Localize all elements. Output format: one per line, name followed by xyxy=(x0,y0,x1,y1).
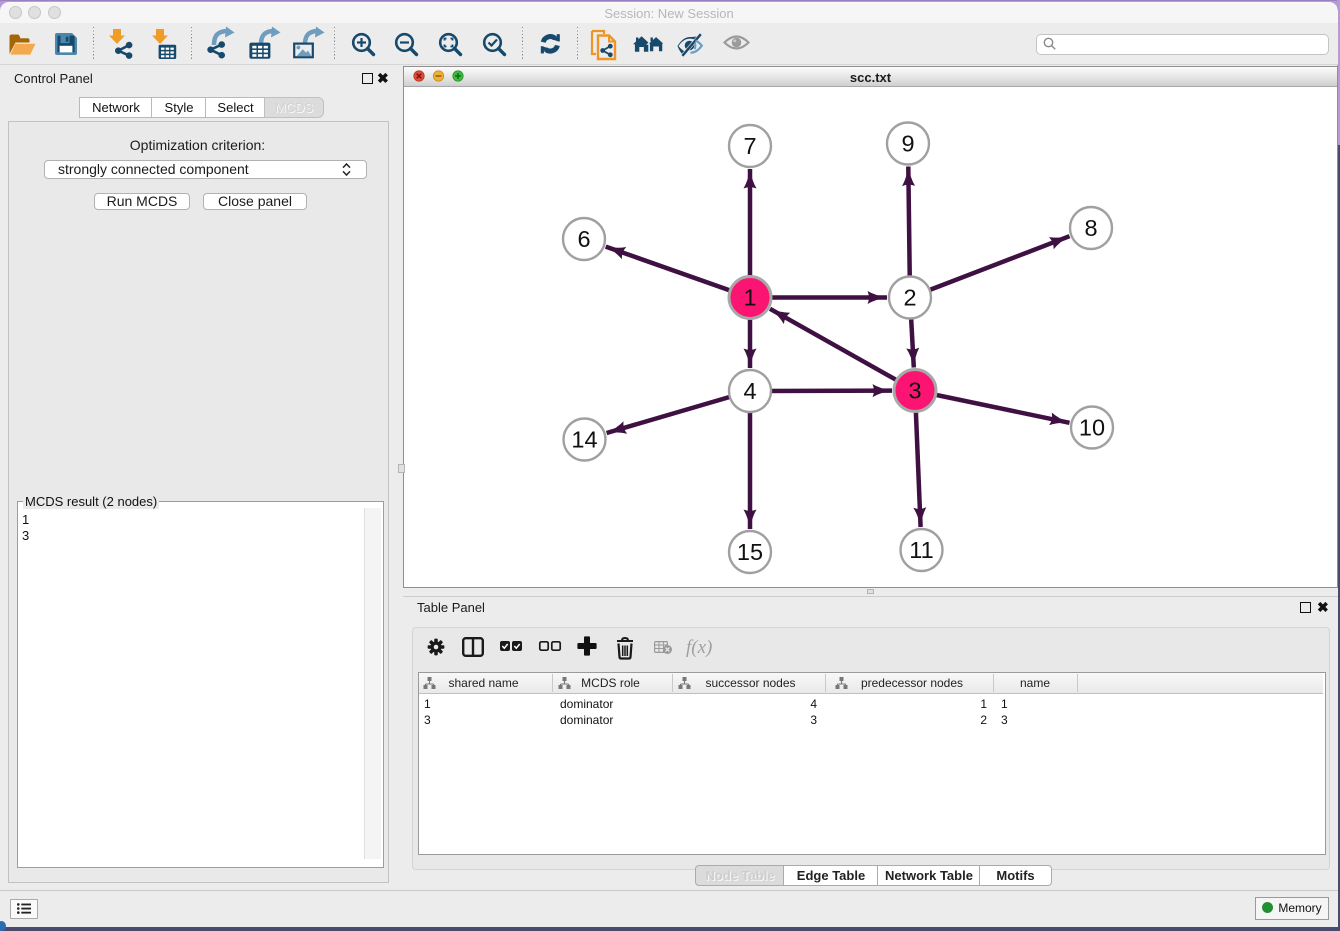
svg-text:6: 6 xyxy=(577,226,590,252)
svg-text:f(x): f(x) xyxy=(686,637,712,658)
svg-text:9: 9 xyxy=(901,131,914,157)
svg-text:8: 8 xyxy=(1084,215,1097,241)
svg-text:1: 1 xyxy=(743,285,756,311)
svg-text:2: 2 xyxy=(903,285,916,311)
svg-text:14: 14 xyxy=(571,427,597,453)
svg-text:10: 10 xyxy=(1079,415,1105,441)
svg-text:7: 7 xyxy=(743,133,756,159)
svg-text:15: 15 xyxy=(737,539,763,565)
svg-text:11: 11 xyxy=(909,537,933,563)
svg-text:4: 4 xyxy=(743,378,756,404)
svg-text:3: 3 xyxy=(908,378,921,404)
